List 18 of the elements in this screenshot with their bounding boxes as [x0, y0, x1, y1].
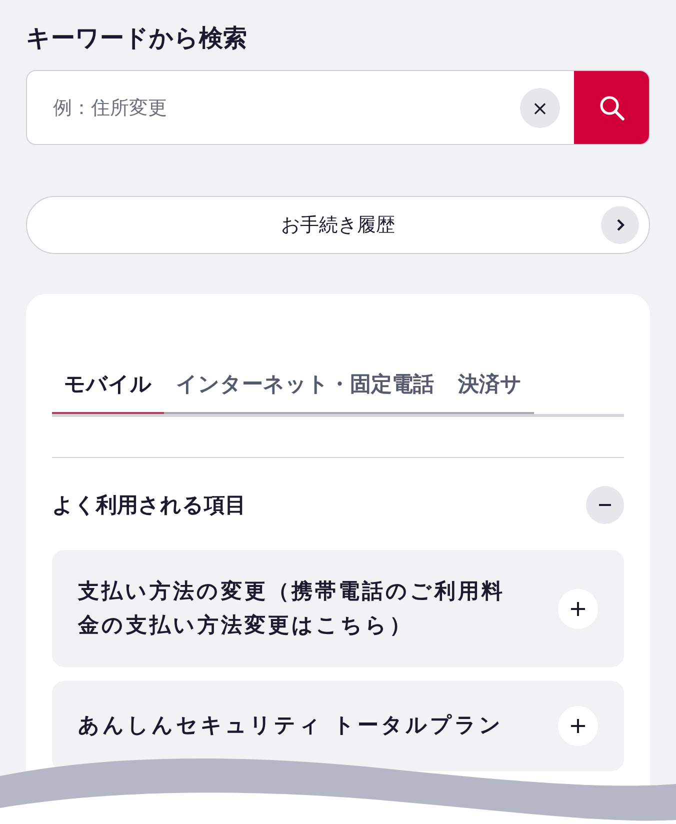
history-button[interactable]: お手続き履歴 [26, 196, 650, 254]
expand-button[interactable] [558, 706, 598, 746]
search-field[interactable]: 例：住所変更 × [26, 70, 650, 145]
search-icon [598, 94, 626, 122]
item-label: 支払い方法の変更（携帯電話のご利用料金の支払い方法変更はこちら） [78, 578, 506, 639]
search-button[interactable] [574, 71, 649, 144]
expand-button[interactable] [558, 588, 598, 629]
accordion-item[interactable]: 支払い方法の変更（携帯電話のご利用料金の支払い方法変更はこちら） [52, 550, 624, 668]
tab[interactable]: モバイル [52, 370, 164, 414]
section-heading: よく利用される項目 [52, 492, 246, 519]
tab[interactable]: 決済サ [446, 370, 534, 414]
plus-icon [570, 718, 586, 734]
section-title: キーワードから検索 [26, 23, 248, 54]
chevron-right-icon [601, 206, 639, 244]
item-label: あんしんセキュリティ トータルプラン [78, 712, 504, 740]
plus-icon [570, 600, 586, 617]
tab[interactable]: インターネット・固定電話 [164, 370, 446, 414]
clear-button[interactable]: × [520, 88, 560, 128]
